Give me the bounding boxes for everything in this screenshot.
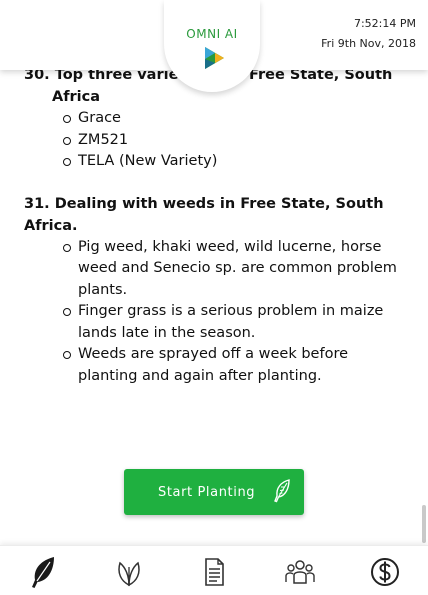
feather-icon	[272, 479, 292, 503]
nav-crops[interactable]	[112, 555, 146, 589]
variety-list: Grace ZM521 TELA (New Variety)	[24, 108, 406, 173]
start-planting-button[interactable]: Start Planting	[124, 469, 304, 515]
document-icon	[197, 558, 231, 593]
logo-text: OMNI AI	[186, 27, 238, 41]
people-icon	[283, 560, 317, 593]
list-item: Pig weed, khaki weed, wild lucerne, hors…	[63, 237, 406, 302]
start-planting-label: Start Planting	[158, 484, 256, 500]
nav-planting[interactable]	[26, 555, 60, 589]
list-item: Finger grass is a serious problem in mai…	[63, 301, 406, 344]
section-title: 31. Dealing with weeds in Free State, So…	[24, 195, 384, 234]
nav-finance[interactable]	[368, 555, 402, 589]
play-logo-icon	[202, 46, 226, 70]
list-item: ZM521	[63, 130, 406, 152]
list-item: TELA (New Variety)	[63, 151, 406, 173]
status-time: 7:52:14 PM	[353, 17, 416, 30]
weeds-list: Pig weed, khaki weed, wild lucerne, hors…	[24, 237, 406, 388]
nav-community[interactable]	[283, 555, 317, 589]
list-item: Weeds are sprayed off a week before plan…	[63, 344, 406, 387]
dollar-icon	[368, 558, 402, 593]
scrollbar-thumb[interactable]	[422, 505, 426, 543]
bottom-nav	[0, 545, 428, 595]
nav-documents[interactable]	[197, 555, 231, 589]
feather-icon	[26, 557, 60, 593]
section-weeds: 31. Dealing with weeds in Free State, So…	[24, 193, 406, 388]
leaf-icon	[112, 561, 146, 593]
list-item: Grace	[63, 108, 406, 130]
logo-badge[interactable]: OMNI AI	[164, 0, 260, 92]
status-date: Fri 9th Nov, 2018	[321, 37, 416, 50]
